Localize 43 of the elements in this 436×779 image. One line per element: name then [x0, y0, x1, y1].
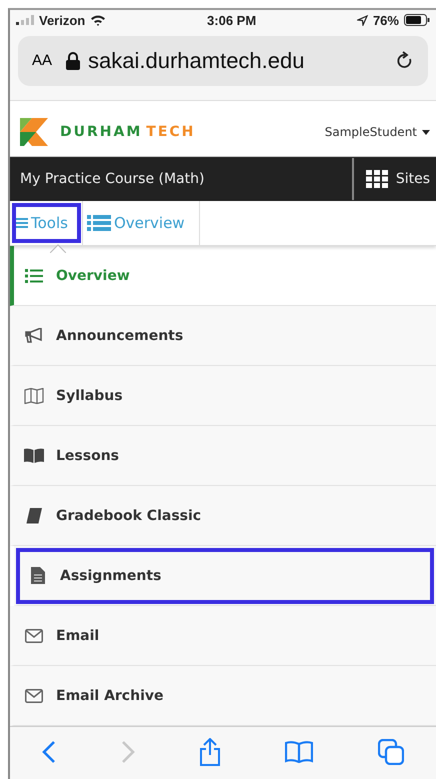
caret-icon — [422, 130, 430, 135]
location-arrow-icon — [356, 14, 368, 26]
user-menu[interactable]: SampleStudent — [324, 125, 430, 140]
logo-icon — [20, 118, 50, 146]
course-title: My Practice Course (Math) — [20, 170, 204, 187]
address-bar[interactable]: AA sakai.durhamtech.edu — [18, 36, 428, 86]
text-size-button[interactable]: AA — [32, 52, 52, 70]
menu-icon — [14, 216, 28, 229]
tool-menu-item[interactable]: Gradebook Classic — [10, 486, 436, 546]
battery-icon — [404, 14, 430, 26]
wifi-icon — [90, 14, 106, 26]
tool-menu-item[interactable]: Email — [10, 606, 436, 666]
carrier-name: Verizon — [39, 12, 86, 28]
open-book-icon — [24, 448, 44, 463]
url-text: sakai.durhamtech.edu — [88, 48, 306, 74]
envelope-icon — [25, 688, 43, 702]
tab-pointer-icon — [50, 244, 66, 253]
open-book-icon[interactable] — [285, 741, 314, 763]
battery-percent: 76% — [372, 12, 399, 28]
map-icon — [24, 388, 44, 404]
back-icon[interactable] — [42, 740, 56, 764]
signal-icon — [16, 15, 34, 26]
lock-icon — [66, 52, 80, 70]
grid-icon — [366, 170, 388, 188]
tool-menu-item[interactable]: Assignments — [14, 546, 436, 606]
tool-menu-item[interactable]: Overview — [10, 246, 436, 306]
megaphone-icon — [25, 328, 43, 343]
document-icon — [31, 567, 45, 584]
tool-menu-item[interactable]: Email Archive — [10, 666, 436, 726]
list-icon — [86, 214, 111, 231]
logo-text: DURHAM — [60, 124, 142, 140]
clock-time: 3:06 PM — [207, 12, 256, 28]
sites-button[interactable]: Sites — [352, 158, 436, 200]
list-icon — [25, 268, 43, 282]
tool-menu-item[interactable]: Announcements — [10, 306, 436, 366]
reload-icon[interactable] — [396, 50, 414, 71]
tool-menu-item[interactable]: Lessons — [10, 426, 436, 486]
tabs-icon[interactable] — [378, 739, 404, 765]
tool-menu-item[interactable]: Syllabus — [10, 366, 436, 426]
share-icon[interactable] — [198, 738, 221, 766]
envelope-icon — [25, 628, 43, 642]
book-icon — [26, 508, 42, 524]
logo-text: TECH — [146, 124, 196, 140]
